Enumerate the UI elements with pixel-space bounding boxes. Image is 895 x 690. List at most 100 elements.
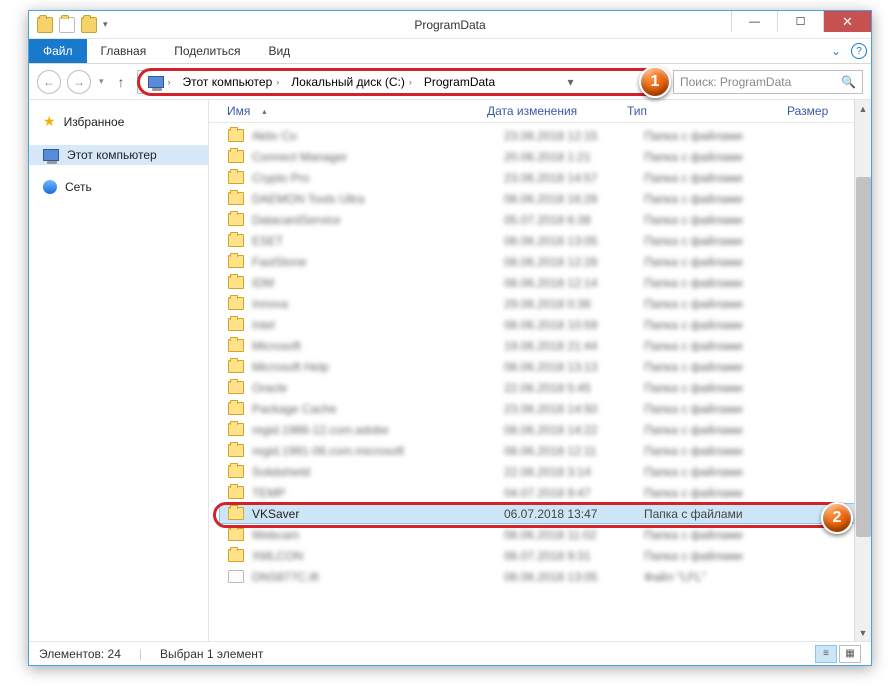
file-row[interactable]: XMLCON06.07.2018 9:31Папка с файлами bbox=[219, 545, 865, 566]
file-date: 23.06.2018 14:50 bbox=[504, 402, 644, 416]
file-row[interactable]: Aktiv Co23.06.2018 12:15Папка с файлами bbox=[219, 125, 865, 146]
file-row[interactable]: DNS877C.ift08.06.2018 13:05Файл "LFL"0 К… bbox=[219, 566, 865, 587]
minimize-button[interactable]: — bbox=[731, 11, 777, 32]
sidebar-favorites[interactable]: ★ Избранное bbox=[29, 110, 208, 133]
file-type: Папка с файлами bbox=[644, 423, 804, 437]
share-tab[interactable]: Поделиться bbox=[160, 39, 254, 63]
file-name: ESET bbox=[252, 234, 504, 248]
file-row[interactable]: Connect Manager20.06.2018 1:21Папка с фа… bbox=[219, 146, 865, 167]
file-row[interactable]: Package Cache23.06.2018 14:50Папка с фай… bbox=[219, 398, 865, 419]
vertical-scrollbar[interactable]: ▲ ▼ bbox=[854, 123, 871, 641]
titlebar: ▾ ProgramData — ☐ ✕ bbox=[29, 11, 871, 39]
sidebar-this-pc[interactable]: Этот компьютер bbox=[29, 145, 208, 165]
ribbon-expand-icon[interactable]: ⌄ bbox=[831, 44, 841, 58]
file-date: 08.06.2018 14:22 bbox=[504, 423, 644, 437]
help-icon[interactable]: ? bbox=[851, 43, 867, 59]
file-date: 23.06.2018 14:57 bbox=[504, 171, 644, 185]
col-date[interactable]: Дата изменения bbox=[487, 104, 627, 118]
history-dropdown[interactable]: ▾ bbox=[97, 76, 106, 87]
file-row[interactable]: FastStone08.06.2018 12:28Папка с файлами bbox=[219, 251, 865, 272]
sidebar-network[interactable]: Сеть bbox=[29, 177, 208, 197]
file-type: Папка с файлами bbox=[644, 549, 804, 563]
view-icons-button[interactable]: ▦ bbox=[839, 645, 861, 663]
file-type: Папка с файлами bbox=[644, 255, 804, 269]
annotation-callout-1: 1 bbox=[639, 66, 671, 98]
file-type: Папка с файлами bbox=[644, 486, 804, 500]
file-row[interactable]: regid.1986-12.com.adobe08.06.2018 14:22П… bbox=[219, 419, 865, 440]
file-date: 08.06.2018 10:59 bbox=[504, 318, 644, 332]
file-row[interactable]: Microsoft Help08.06.2018 13:13Папка с фа… bbox=[219, 356, 865, 377]
scroll-down-icon[interactable]: ▼ bbox=[855, 624, 871, 641]
breadcrumb-seg-0[interactable]: Этот компьютер › bbox=[177, 71, 286, 93]
address-dropdown-icon[interactable]: ▾ bbox=[562, 75, 580, 89]
file-name: Innova bbox=[252, 297, 504, 311]
sidebar-favorites-label: Избранное bbox=[64, 115, 125, 129]
col-name[interactable]: Имя bbox=[227, 104, 250, 118]
breadcrumb-seg-1[interactable]: Локальный диск (C:) › bbox=[285, 71, 418, 93]
file-row[interactable]: Oracle22.06.2018 5:45Папка с файлами bbox=[219, 377, 865, 398]
file-row[interactable]: IDM08.06.2018 12:14Папка с файлами bbox=[219, 272, 865, 293]
file-row[interactable]: ESET08.06.2018 13:05Папка с файлами bbox=[219, 230, 865, 251]
col-type[interactable]: Тип bbox=[627, 104, 787, 118]
file-row[interactable]: DatacardService05.07.2018 6:38Папка с фа… bbox=[219, 209, 865, 230]
folder-icon bbox=[228, 276, 244, 289]
status-selection: Выбран 1 элемент bbox=[160, 647, 263, 661]
file-list[interactable]: Aktiv Co23.06.2018 12:15Папка с файламиC… bbox=[209, 123, 871, 641]
sidebar: ★ Избранное Этот компьютер Сеть bbox=[29, 100, 209, 641]
qat-icons: ▾ bbox=[29, 17, 116, 33]
file-date: 08.06.2018 11:02 bbox=[504, 528, 644, 542]
view-details-button[interactable]: ≡ bbox=[815, 645, 837, 663]
file-tab[interactable]: Файл bbox=[29, 39, 87, 63]
file-name: Microsoft Help bbox=[252, 360, 504, 374]
file-row[interactable]: Solidshield22.06.2018 3:14Папка с файлам… bbox=[219, 461, 865, 482]
file-type: Папка с файлами bbox=[644, 444, 804, 458]
search-input[interactable]: Поиск: ProgramData 🔍 bbox=[673, 70, 863, 94]
file-date: 05.07.2018 6:38 bbox=[504, 213, 644, 227]
file-date: 08.06.2018 16:28 bbox=[504, 192, 644, 206]
file-date: 08.06.2018 13:05 bbox=[504, 570, 644, 584]
up-button[interactable]: ↑ bbox=[112, 74, 131, 90]
file-row[interactable]: TEMP04.07.2018 9:47Папка с файлами bbox=[219, 482, 865, 503]
file-row[interactable]: Intel08.06.2018 10:59Папка с файлами bbox=[219, 314, 865, 335]
file-row[interactable]: Webcam08.06.2018 11:02Папка с файлами bbox=[219, 524, 865, 545]
scroll-thumb[interactable] bbox=[856, 177, 871, 537]
folder-icon bbox=[228, 402, 244, 415]
file-type: Папка с файлами bbox=[644, 465, 804, 479]
qat-dropdown-icon[interactable]: ▾ bbox=[103, 19, 108, 30]
folder-icon bbox=[228, 297, 244, 310]
breadcrumb-root-icon[interactable]: › bbox=[142, 71, 177, 93]
file-row[interactable]: Microsoft19.06.2018 21:44Папка с файлами bbox=[219, 335, 865, 356]
file-type: Папка с файлами bbox=[644, 213, 804, 227]
file-type: Файл "LFL" bbox=[644, 570, 804, 584]
file-date: 06.07.2018 9:31 bbox=[504, 549, 644, 563]
file-row[interactable]: Crypto Pro23.06.2018 14:57Папка с файлам… bbox=[219, 167, 865, 188]
file-name: Package Cache bbox=[252, 402, 504, 416]
qat-newfolder-icon[interactable] bbox=[81, 17, 97, 33]
home-tab[interactable]: Главная bbox=[87, 39, 161, 63]
file-date: 08.06.2018 13:13 bbox=[504, 360, 644, 374]
folder-icon bbox=[228, 486, 244, 499]
file-date: 29.06.2018 0:36 bbox=[504, 297, 644, 311]
file-row[interactable]: regid.1991-06.com.microsoft08.06.2018 12… bbox=[219, 440, 865, 461]
breadcrumb-seg-2[interactable]: ProgramData bbox=[418, 71, 501, 93]
close-button[interactable]: ✕ bbox=[823, 11, 871, 32]
file-row[interactable]: DAEMON Tools Ultra08.06.2018 16:28Папка … bbox=[219, 188, 865, 209]
folder-icon bbox=[228, 150, 244, 163]
file-row-selected[interactable]: VKSaver06.07.2018 13:47Папка с файлами bbox=[219, 503, 865, 524]
sidebar-network-label: Сеть bbox=[65, 180, 92, 194]
forward-button[interactable]: → bbox=[67, 70, 91, 94]
file-row[interactable]: Innova29.06.2018 0:36Папка с файлами bbox=[219, 293, 865, 314]
file-date: 04.07.2018 9:47 bbox=[504, 486, 644, 500]
file-name: VKSaver bbox=[252, 507, 504, 521]
maximize-button[interactable]: ☐ bbox=[777, 11, 823, 32]
address-bar[interactable]: › Этот компьютер › Локальный диск (C:) ›… bbox=[137, 70, 667, 94]
folder-icon bbox=[228, 171, 244, 184]
folder-icon bbox=[228, 360, 244, 373]
qat-folder-icon[interactable] bbox=[37, 17, 53, 33]
back-button[interactable]: ← bbox=[37, 70, 61, 94]
star-icon: ★ bbox=[43, 113, 56, 130]
folder-icon bbox=[228, 234, 244, 247]
qat-properties-icon[interactable] bbox=[59, 17, 75, 33]
nav-row: ← → ▾ ↑ › Этот компьютер › Локальный дис… bbox=[29, 64, 871, 100]
view-tab[interactable]: Вид bbox=[254, 39, 304, 63]
